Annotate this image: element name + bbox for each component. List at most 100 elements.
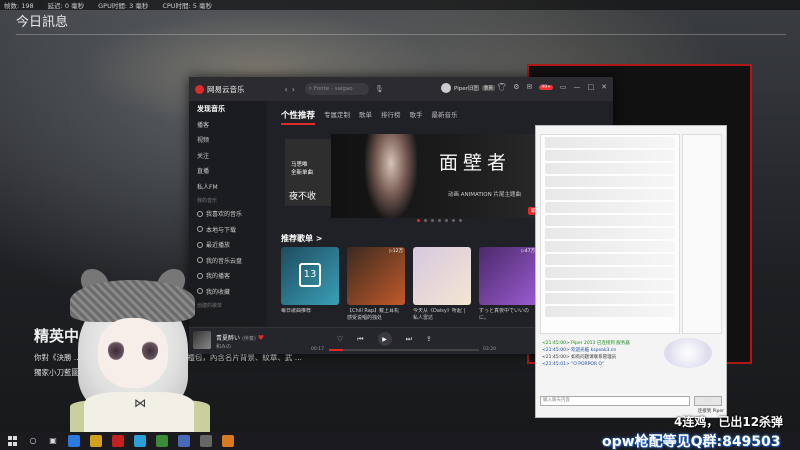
now-playing-song[interactable]: 青夏醉い (伴奏) ♥: [216, 333, 264, 342]
channel-row[interactable]: [545, 202, 675, 213]
mini-mode-icon[interactable]: ▭: [560, 83, 567, 91]
task-view-icon[interactable]: ▣: [48, 436, 58, 446]
search-placeholder: Fonte - saigao: [313, 86, 353, 92]
stat-gpu: GPU时間: 3 毫秒: [98, 2, 149, 10]
next-track-icon[interactable]: ⏭: [406, 335, 412, 344]
channel-row[interactable]: [545, 150, 675, 161]
channel-row[interactable]: [545, 189, 675, 200]
channel-row[interactable]: [545, 254, 675, 265]
channel-row[interactable]: [545, 267, 675, 278]
close-icon[interactable]: ✕: [601, 83, 607, 91]
pager-dot[interactable]: [424, 219, 427, 222]
previous-track-icon[interactable]: ⏮: [357, 335, 363, 344]
netease-music-taskbar-icon[interactable]: [112, 435, 124, 447]
playlist-title[interactable]: ずっと真夜中でいいのに。: [479, 308, 537, 322]
sidebar-item-liked[interactable]: 我喜欢的音乐: [189, 206, 267, 222]
tab-new-music[interactable]: 最新音乐: [432, 109, 458, 125]
playlist-card[interactable]: ▷47万ずっと真夜中でいいのに。: [479, 247, 537, 322]
playlist-cover[interactable]: [413, 247, 471, 305]
mail-icon[interactable]: ✉: [527, 83, 533, 91]
maximize-icon[interactable]: □: [588, 83, 595, 91]
pager-dot[interactable]: [445, 219, 448, 222]
now-playing-cover[interactable]: [193, 331, 211, 349]
channel-row[interactable]: [545, 280, 675, 291]
app-titlebar[interactable]: 网易云音乐 ‹› ⌕ Fonte - saigao 🎙︎ Piper旧图 会员 …: [189, 77, 613, 101]
microphone-icon[interactable]: 🎙︎: [375, 85, 384, 93]
file-explorer-icon[interactable]: [90, 435, 102, 447]
edge-browser-icon[interactable]: [68, 435, 80, 447]
search-input[interactable]: ⌕ Fonte - saigao: [304, 83, 369, 95]
sidebar-item-collection[interactable]: 我的收藏: [189, 284, 267, 300]
sidebar-item-podcast[interactable]: 播客: [189, 117, 267, 133]
sidebar-item-fm[interactable]: 私人FM: [189, 179, 267, 195]
now-playing-artist[interactable]: 和みの: [216, 343, 231, 350]
steam-icon[interactable]: [134, 435, 146, 447]
sidebar-item-follow[interactable]: 关注: [189, 148, 267, 164]
search-circle-icon[interactable]: ○: [28, 436, 38, 446]
tab-artists[interactable]: 歌手: [410, 109, 423, 125]
sidebar-item-video[interactable]: 视频: [189, 132, 267, 148]
playlist-cover[interactable]: ▷47万: [479, 247, 537, 305]
skin-icon[interactable]: 👕︎: [497, 83, 506, 91]
minimize-icon[interactable]: —: [574, 83, 581, 91]
pager-dot[interactable]: [438, 219, 441, 222]
channel-row[interactable]: [545, 215, 675, 226]
back-arrow-icon[interactable]: ‹: [285, 85, 292, 94]
sidebar-item-recent[interactable]: 最近播放: [189, 237, 267, 253]
playlist-card[interactable]: 13 每日歌曲推荐: [281, 247, 339, 322]
channel-tree[interactable]: [540, 134, 680, 334]
nav-arrows[interactable]: ‹›: [285, 85, 299, 94]
playlist-cover[interactable]: 13: [281, 247, 339, 305]
pager-dot[interactable]: [452, 219, 455, 222]
playlist-title[interactable]: 每日歌曲推荐: [281, 308, 339, 322]
game-launcher-icon[interactable]: [222, 435, 234, 447]
tab-custom[interactable]: 专属定制: [324, 109, 350, 125]
channel-row[interactable]: [545, 163, 675, 174]
recommended-playlists-title[interactable]: 推荐歌单 >: [281, 233, 323, 244]
share-icon[interactable]: ⇪: [426, 335, 432, 343]
pager-dot[interactable]: [417, 219, 420, 222]
channel-row[interactable]: [545, 306, 675, 317]
user-avatar[interactable]: [441, 83, 451, 93]
settings-gear-icon[interactable]: ⚙: [513, 83, 519, 91]
banner-main[interactable]: 面壁者 动画 ANIMATION 片尾主题曲 新歌首发: [331, 134, 556, 218]
progress-bar[interactable]: [329, 349, 479, 351]
playlist-title[interactable]: 今天从《Daisy》听起 | 私人雷达: [413, 308, 471, 322]
pager-dot[interactable]: [431, 219, 434, 222]
banner-title: 面壁者: [439, 152, 512, 174]
chat-input[interactable]: 输入聊天内容: [540, 396, 690, 406]
sidebar-item-local[interactable]: 本地与下载: [189, 222, 267, 238]
sidebar-item-my-podcast[interactable]: 我的播客: [189, 268, 267, 284]
windows-start-icon[interactable]: [8, 436, 18, 446]
send-button[interactable]: 发送: [694, 396, 722, 406]
channel-row[interactable]: [545, 137, 675, 148]
sidebar-item-discover[interactable]: 发现音乐: [189, 101, 267, 117]
playlist-title[interactable]: 【Chill Rap】戴上耳机 感受说唱的独处: [347, 308, 405, 322]
channel-row[interactable]: [545, 293, 675, 304]
playlist-cover[interactable]: ▷12万: [347, 247, 405, 305]
app-name: 网易云音乐: [207, 84, 245, 94]
tab-playlists[interactable]: 歌单: [359, 109, 372, 125]
channel-row[interactable]: [545, 241, 675, 252]
obs-icon[interactable]: [200, 435, 212, 447]
play-button[interactable]: ▶: [377, 332, 392, 346]
like-icon[interactable]: ♡: [337, 335, 343, 343]
tab-personal[interactable]: 个性推荐: [281, 109, 316, 125]
username[interactable]: Piper旧图: [454, 84, 479, 92]
banner-left-preview[interactable]: 马思唯 全新单曲 夜不收: [285, 139, 335, 206]
channel-row[interactable]: [545, 228, 675, 239]
like-heart-icon[interactable]: ♥: [258, 334, 264, 342]
tab-charts[interactable]: 排行榜: [381, 109, 401, 125]
playlist-card[interactable]: ▷12万【Chill Rap】戴上耳机 感受说唱的独处: [347, 247, 405, 322]
play-count: ▷47万: [521, 249, 535, 254]
channel-row[interactable]: [545, 176, 675, 187]
nvidia-icon[interactable]: [156, 435, 168, 447]
voice-chat-window[interactable]: <21:45:00> Piper 2013 已连接到 服务器 <21:45:00>…: [535, 125, 727, 418]
forward-arrow-icon[interactable]: ›: [292, 85, 299, 94]
sidebar-item-cloud[interactable]: 我的音乐云盘: [189, 253, 267, 269]
playlist-card[interactable]: 今天从《Daisy》听起 | 私人雷达: [413, 247, 471, 322]
user-profile[interactable]: Piper旧图 会员: [441, 83, 495, 93]
pager-dot[interactable]: [459, 219, 462, 222]
sidebar-item-live[interactable]: 直播: [189, 163, 267, 179]
teamspeak-icon[interactable]: [178, 435, 190, 447]
